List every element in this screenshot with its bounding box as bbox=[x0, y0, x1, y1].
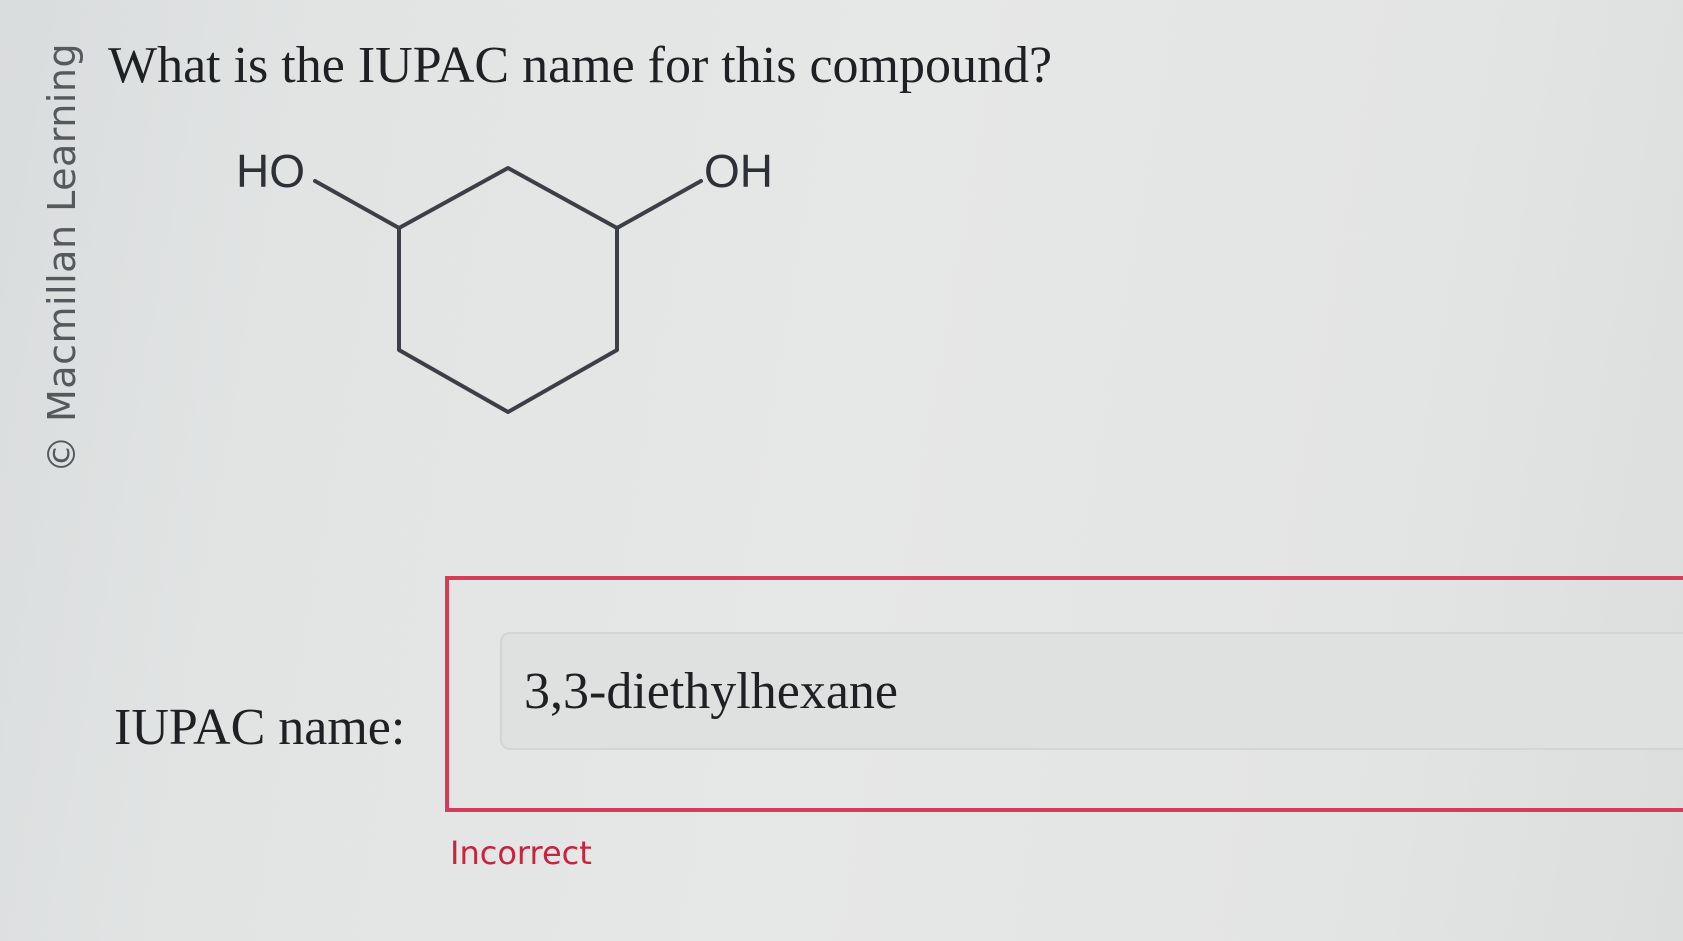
cyclohexane-ring bbox=[313, 166, 703, 414]
bond-left-oh bbox=[313, 179, 401, 230]
left-hydroxyl-label: HO bbox=[236, 145, 305, 197]
ring-bonds bbox=[397, 166, 619, 414]
iupac-name-label: IUPAC name: bbox=[114, 699, 406, 756]
bond-right-oh bbox=[615, 179, 703, 230]
iupac-name-input[interactable]: 3,3-diethylhexane bbox=[500, 632, 1683, 750]
right-hydroxyl-label: OH bbox=[704, 145, 773, 197]
incorrect-feedback: Incorrect bbox=[450, 834, 592, 872]
